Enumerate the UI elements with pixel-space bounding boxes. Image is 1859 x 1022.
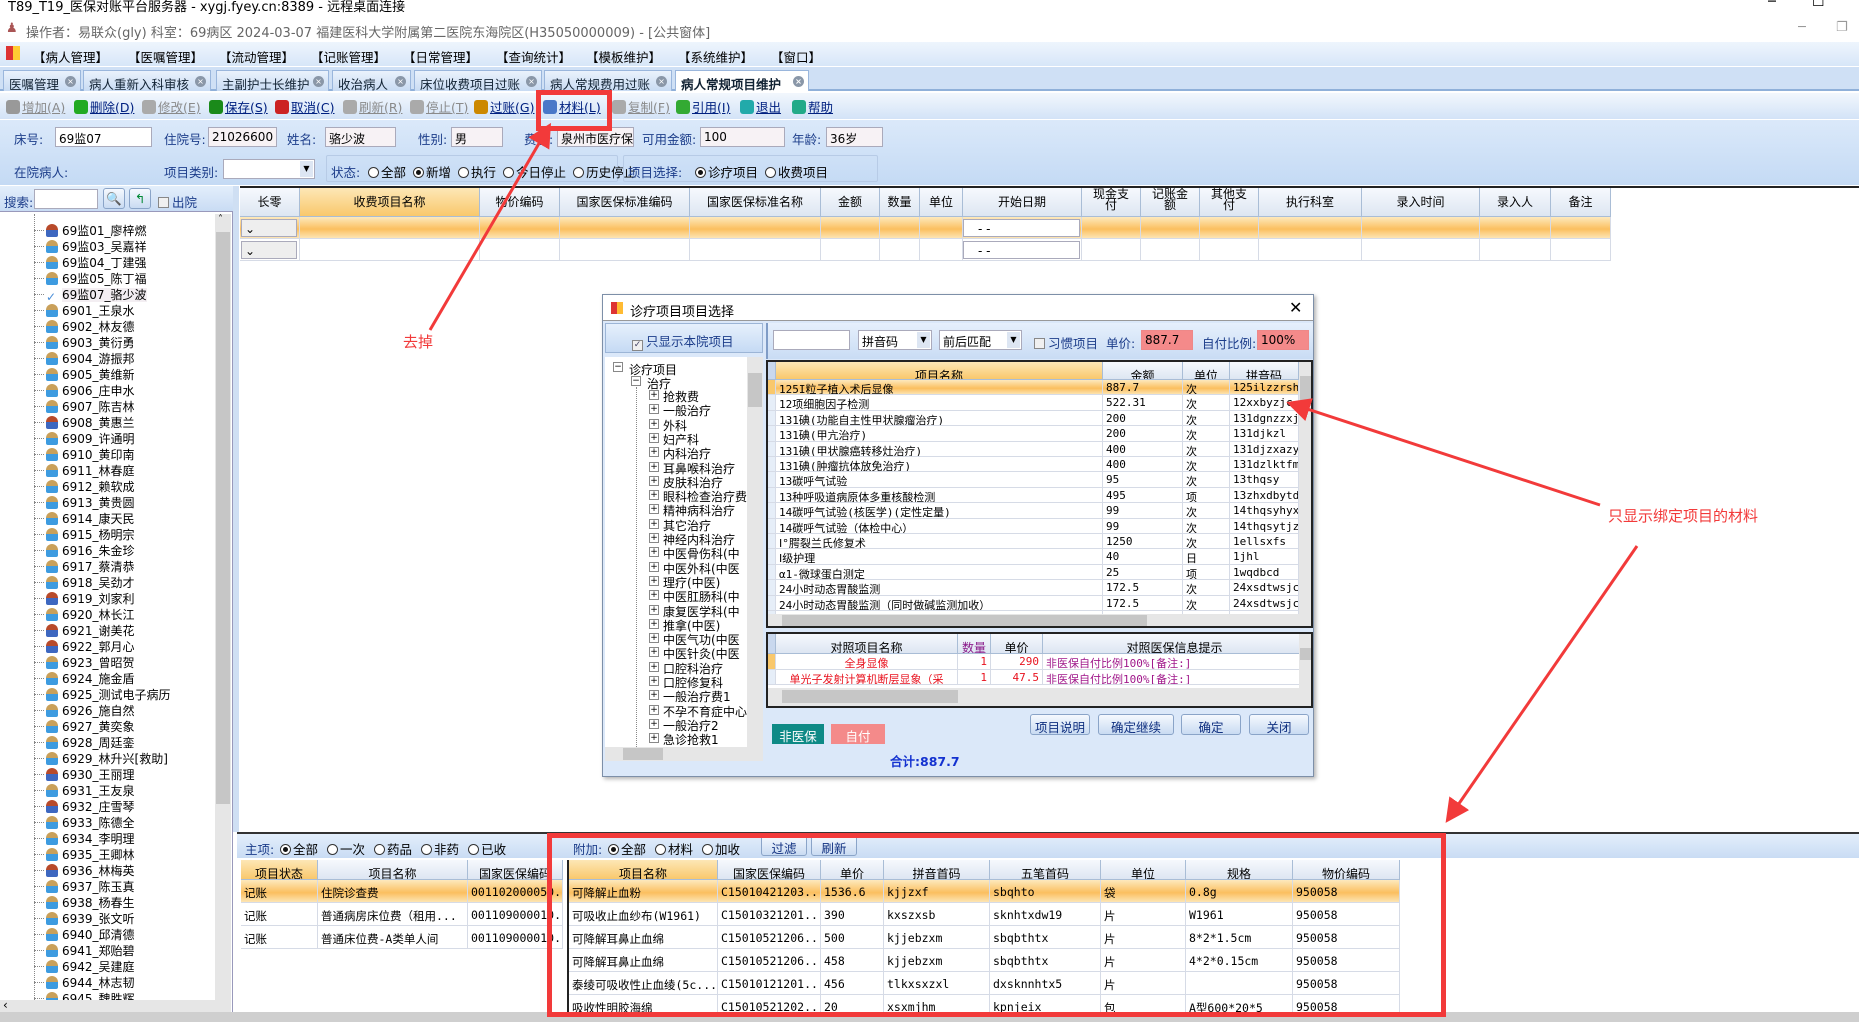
annotation-remove: 去掉 (403, 333, 434, 351)
arrow-to-material-button (428, 122, 552, 331)
arrow-to-item-grid (1286, 398, 1601, 507)
annotation-arrows (428, 122, 1639, 823)
arrow-to-materials-grid (1445, 545, 1639, 823)
annotation-materials: 只显示绑定项目的材料 (1608, 507, 1759, 525)
